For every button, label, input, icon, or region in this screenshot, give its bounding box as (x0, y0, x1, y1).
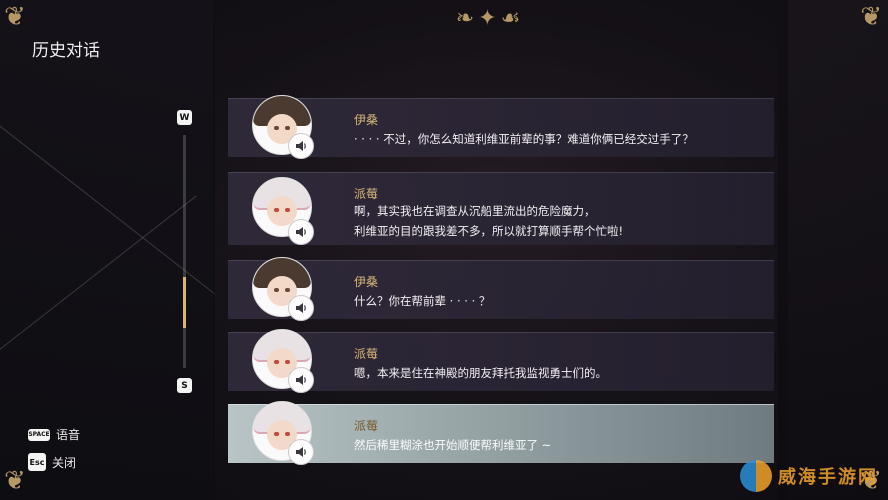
dialogue-entry[interactable]: 派莓 啊，其实我也在调查从沉船里流出的危险魔力， 利维亚的目的跟我差不多，所以就… (228, 172, 774, 245)
dialogue-entry-selected[interactable]: 派莓 然后稀里糊涂也开始顺便帮利维亚了 ~ (228, 401, 774, 465)
dialogue-line: 啊，其实我也在调查从沉船里流出的危险魔力， (354, 204, 596, 218)
dialogue-line: 利维亚的目的跟我差不多，所以就打算顺手帮个忙啦! (354, 224, 624, 238)
speaker-name: 伊桑 (354, 113, 379, 127)
watermark-text: 威海手游网 (778, 467, 878, 488)
voice-hint[interactable]: SPACE 语音 (28, 426, 80, 443)
speaker-name: 派莓 (354, 187, 379, 201)
speaker-name: 伊桑 (354, 275, 379, 289)
page-title: 历史对话 (32, 41, 100, 61)
dialogue-entry[interactable]: 派莓 嗯，本来是住在神殿的朋友拜托我监视勇士们的。 (228, 329, 774, 393)
scroll-down-key[interactable]: S (177, 378, 192, 393)
dialogue-entry[interactable]: 伊桑 什么？你在帮前辈 · · · · ？ (228, 257, 774, 321)
scroll-up-key[interactable]: W (177, 110, 192, 125)
corner-ornament-icon: ❦ (4, 2, 26, 32)
top-ornament-icon: ❧✦☙ (455, 6, 525, 31)
voice-replay-button[interactable] (288, 439, 314, 465)
speaker-icon (296, 303, 306, 313)
esc-key-icon: Esc (28, 453, 46, 471)
voice-replay-button[interactable] (288, 133, 314, 159)
corner-ornament-icon: ❦ (4, 466, 26, 496)
speaker-icon (296, 375, 306, 385)
corner-ornament-icon: ❦ (860, 2, 882, 32)
watermark-logo-icon (740, 460, 772, 492)
speaker-name: 派莓 (354, 419, 379, 433)
dialogue-line: 什么？你在帮前辈 · · · · ？ (354, 294, 491, 308)
speaker-icon (296, 447, 306, 457)
speaker-name: 派莓 (354, 347, 379, 361)
voice-hint-label: 语音 (56, 428, 81, 442)
dialogue-line: 嗯，本来是住在神殿的朋友拜托我监视勇士们的。 (354, 366, 607, 380)
close-hint-label: 关闭 (52, 455, 77, 470)
voice-replay-button[interactable] (288, 219, 314, 245)
watermark: 威海手游网 (740, 460, 878, 492)
space-key-icon: SPACE (28, 428, 50, 441)
dialogue-entry[interactable]: 伊桑 · · · · 不过，你怎么知道利维亚前辈的事？难道你俩已经交过手了？ (228, 95, 774, 159)
voice-replay-button[interactable] (288, 367, 314, 393)
close-hint[interactable]: Esc 关闭 (28, 453, 76, 471)
dialogue-line: 然后稀里糊涂也开始顺便帮利维亚了 ~ (354, 438, 552, 452)
scrollbar-thumb[interactable] (183, 276, 186, 328)
scrollbar-track[interactable] (183, 135, 186, 368)
right-side-panel (778, 0, 888, 500)
decorative-line (0, 195, 197, 381)
voice-replay-button[interactable] (288, 295, 314, 321)
speaker-icon (296, 227, 306, 237)
dialogue-line: · · · · 不过，你怎么知道利维亚前辈的事？难道你俩已经交过手了？ (354, 132, 694, 146)
speaker-icon (296, 141, 306, 151)
